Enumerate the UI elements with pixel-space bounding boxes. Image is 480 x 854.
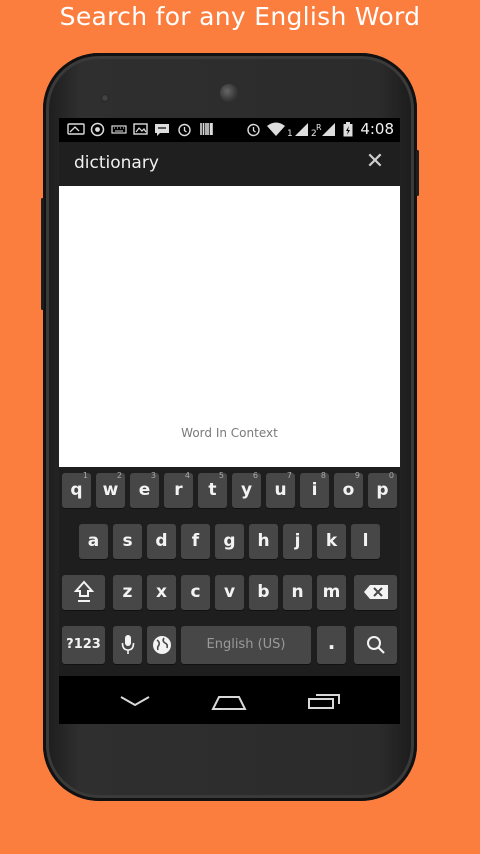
status-time: 4:08	[360, 120, 394, 138]
symbols-key[interactable]: ?123	[62, 626, 105, 664]
nav-bar	[59, 676, 400, 724]
key-m[interactable]: m	[317, 575, 346, 610]
front-camera	[220, 84, 238, 102]
key-j[interactable]: j	[283, 524, 312, 559]
shift-key[interactable]	[62, 575, 105, 610]
power-button	[416, 150, 419, 196]
key-label: t	[208, 480, 217, 500]
key-v[interactable]: v	[215, 575, 244, 610]
key-u[interactable]: 7u	[266, 471, 295, 508]
key-s[interactable]: s	[113, 524, 142, 559]
gallery-icon	[67, 122, 85, 137]
key-hint: 3	[150, 471, 156, 480]
key-e[interactable]: 3e	[130, 471, 159, 508]
key-y[interactable]: 6y	[232, 471, 261, 508]
shift-icon	[73, 580, 94, 602]
key-label: o	[342, 480, 355, 500]
wifi-icon	[267, 122, 285, 137]
keyboard: 1q 2w 3e 4r 5t 6y 7u 8i 9o 0p a s d f g …	[59, 467, 400, 676]
key-a[interactable]: a	[79, 524, 108, 559]
key-g[interactable]: g	[215, 524, 244, 559]
key-hint: 1	[82, 471, 88, 480]
key-f[interactable]: f	[181, 524, 210, 559]
key-z[interactable]: z	[113, 575, 142, 610]
search-input[interactable]: dictionary	[74, 153, 159, 173]
chat-icon	[154, 122, 170, 137]
backspace-key[interactable]	[354, 575, 397, 610]
key-label: r	[174, 480, 183, 500]
signal-label-1: 1	[287, 129, 293, 139]
search-icon	[366, 636, 385, 654]
headline: Search for any English Word	[59, 2, 421, 31]
barcode-icon	[199, 122, 214, 137]
key-b[interactable]: b	[249, 575, 278, 610]
key-hint: 6	[252, 471, 258, 480]
key-n[interactable]: n	[283, 575, 312, 610]
image-icon	[133, 122, 148, 137]
key-hint: 0	[388, 471, 394, 480]
key-t[interactable]: 5t	[198, 471, 227, 508]
signal-icon	[294, 122, 309, 137]
status-bar: 1 2 R 4:08	[59, 118, 400, 142]
key-q[interactable]: 1q	[62, 471, 91, 508]
mic-icon	[121, 635, 134, 654]
space-key[interactable]: English (US)	[181, 626, 311, 664]
key-o[interactable]: 9o	[334, 471, 363, 508]
key-hint: 8	[320, 471, 326, 480]
key-label: e	[138, 480, 151, 500]
key-label: i	[311, 480, 318, 500]
key-label: u	[274, 480, 287, 500]
key-label: y	[240, 480, 253, 500]
mic-key[interactable]	[113, 626, 142, 664]
globe-key[interactable]	[147, 626, 176, 664]
key-hint: 2	[116, 471, 122, 480]
key-r[interactable]: 4r	[164, 471, 193, 508]
close-icon[interactable]: ✕	[364, 151, 386, 173]
key-h[interactable]: h	[249, 524, 278, 559]
battery-icon	[343, 122, 353, 137]
content-area: Word In Context	[59, 186, 400, 467]
key-x[interactable]: x	[147, 575, 176, 610]
key-w[interactable]: 2w	[96, 471, 125, 508]
key-label: q	[70, 480, 83, 500]
alarm-icon	[177, 122, 192, 137]
key-k[interactable]: k	[317, 524, 346, 559]
key-label: w	[102, 480, 119, 500]
keyboard-icon	[111, 122, 127, 137]
period-key[interactable]: .	[317, 626, 346, 664]
key-hint: 9	[354, 471, 360, 480]
key-hint: 5	[218, 471, 224, 480]
search-bar: dictionary ✕	[59, 142, 400, 186]
key-c[interactable]: c	[181, 575, 210, 610]
volume-button	[41, 198, 44, 310]
sensor-dot	[101, 94, 109, 102]
key-l[interactable]: l	[351, 524, 380, 559]
home-icon[interactable]	[211, 693, 247, 711]
globe-icon	[152, 636, 171, 654]
key-i[interactable]: 8i	[300, 471, 329, 508]
key-hint: 4	[184, 471, 190, 480]
key-hint: 7	[286, 471, 292, 480]
phone-screen: 1 2 R 4:08 dictionary ✕ Word In Context …	[59, 118, 400, 724]
key-label: p	[376, 480, 389, 500]
signal-icon	[321, 122, 336, 137]
word-in-context-label: Word In Context	[181, 426, 278, 440]
key-d[interactable]: d	[147, 524, 176, 559]
back-icon[interactable]	[119, 694, 151, 708]
backspace-icon	[363, 585, 388, 599]
alarm-icon	[246, 122, 261, 137]
search-key[interactable]	[354, 626, 397, 664]
key-p[interactable]: 0p	[368, 471, 397, 508]
recents-icon[interactable]	[307, 692, 341, 710]
whatsapp-icon	[90, 122, 105, 137]
